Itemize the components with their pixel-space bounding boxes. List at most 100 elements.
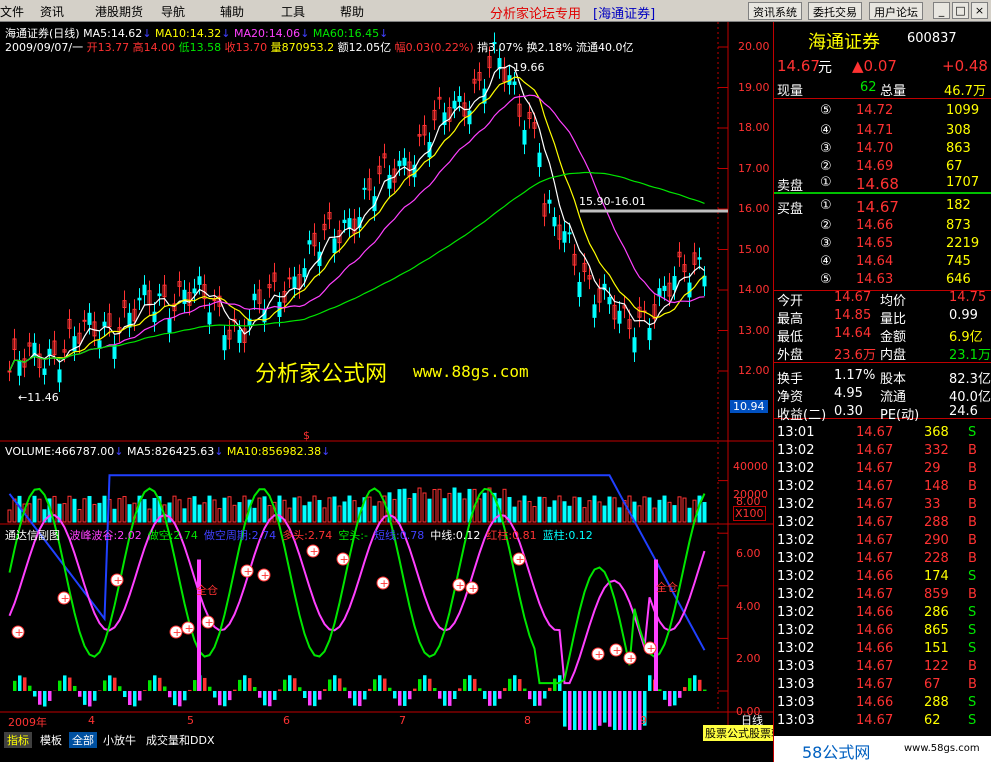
low-annotation: ←11.46 [18, 391, 59, 404]
stat-value: 0.30 [834, 404, 863, 419]
tick-row: 13:03 14.67 122 B [774, 658, 991, 676]
tick-volume: 332 [924, 443, 949, 458]
tab-xiaofangniu[interactable]: 小放牛 [100, 732, 139, 748]
menu-tools[interactable]: 工具 [281, 3, 305, 20]
news-system-button[interactable]: 资讯系统 [748, 2, 802, 20]
indicator-bar [228, 691, 232, 701]
indicator-bar [208, 686, 212, 691]
volume-bar [172, 495, 177, 523]
tick-time: 13:02 [777, 461, 815, 476]
volume-bar [287, 507, 292, 523]
indicator-bar [628, 691, 632, 730]
bid-price: 14.66 [856, 218, 894, 233]
indicator-bar [663, 691, 667, 700]
tick-side: S [968, 623, 977, 638]
indicator-bar [298, 687, 302, 691]
menu-hk-futures[interactable]: 港股期货 [95, 3, 143, 20]
candle-body [452, 100, 457, 109]
signal-marker-plus: + [516, 553, 525, 566]
volume-bar [337, 505, 342, 523]
full-position-label-2: 全仓 [656, 581, 678, 594]
bid1-level: ① [820, 198, 832, 213]
tab-template[interactable]: 模板 [37, 732, 65, 748]
user-forum-button[interactable]: 用户论坛 [869, 2, 923, 20]
ask-price: 14.70 [856, 141, 894, 156]
volume-bar [327, 497, 332, 523]
volume-bar [262, 496, 267, 523]
tab-all[interactable]: 全部 [69, 732, 97, 748]
tick-time: 13:03 [777, 677, 815, 692]
stock-title-row: 海通证券 600837 [774, 28, 991, 53]
price-pct: +0.48 [942, 57, 988, 75]
indicator-bar [318, 691, 322, 700]
indicator-bar [553, 678, 557, 691]
indicator-bar [408, 691, 412, 700]
indicator-bar [93, 691, 97, 701]
trade-button[interactable]: 委托交易 [808, 2, 862, 20]
volume-bar [82, 498, 87, 523]
volume-bar [677, 496, 682, 523]
indicator-axis-label: 6.00 [736, 547, 761, 561]
candle-body [512, 81, 517, 85]
volume-bar [517, 500, 522, 523]
volume-bar [657, 499, 662, 523]
kline-chart-area[interactable]: + + + + + + + + + + + + + + + + + + 海通证券(日线) MA5:14.62↓ M… [0, 22, 773, 730]
volume-bar [442, 498, 447, 523]
indicator-bar [348, 691, 352, 699]
stat-value: 1.17% [834, 368, 876, 383]
indicator-bar [113, 677, 117, 691]
ask-volume: 308 [946, 123, 971, 138]
tick-volume: 148 [924, 479, 949, 494]
menu-news[interactable]: 资讯 [40, 3, 64, 20]
tick-price: 14.67 [856, 533, 894, 548]
tick-side: B [968, 677, 977, 692]
indicator-bar [488, 691, 492, 706]
tick-volume: 288 [924, 695, 949, 710]
indicator-bar [268, 691, 272, 707]
now-vol-label: 现量 [777, 84, 804, 99]
indicator-axis-label: 4.00 [736, 599, 761, 613]
volume-bar [462, 498, 467, 523]
signal-marker-plus: + [205, 616, 214, 629]
indicator-param: 波峰波谷:2.02 [69, 529, 142, 542]
volume-bar [592, 495, 597, 523]
volume-bar [312, 495, 317, 523]
turnover-value: 换2.18% [526, 41, 573, 54]
tab-volume-ddx[interactable]: 成交量和DDX [143, 732, 217, 748]
ask-volume: 67 [946, 159, 963, 174]
menu-assist[interactable]: 辅助 [220, 3, 244, 20]
bid1-row: 买盘 ① 14.67 182 [774, 197, 991, 217]
tick-row: 13:03 14.66 288 S [774, 694, 991, 712]
stat-row: 净资 4.95 流通 40.0亿 [774, 385, 991, 405]
signal-marker-plus: + [595, 648, 604, 661]
indicator-bar [273, 691, 277, 700]
volume-bar [277, 495, 282, 523]
tab-indicator[interactable]: 指标 [4, 732, 32, 748]
minimize-button[interactable]: _ [933, 2, 950, 19]
volume-bar [62, 503, 67, 523]
volume-bar [567, 505, 572, 523]
tick-time: 13:02 [777, 497, 815, 512]
indicator-bar [128, 691, 132, 706]
menu-nav[interactable]: 导航 [161, 3, 185, 20]
indicator-bar [248, 678, 252, 691]
indicator-bar [143, 690, 147, 691]
signal-marker-plus: + [469, 582, 478, 595]
volume-bar [117, 498, 122, 523]
tick-volume: 288 [924, 515, 949, 530]
candle-body [307, 240, 312, 245]
volume-bar [347, 495, 352, 523]
stat-value: 23.1万 [949, 348, 991, 363]
menu-file[interactable]: 文件 [0, 3, 24, 20]
maximize-button[interactable]: □ [952, 2, 969, 19]
menu-help[interactable]: 帮助 [340, 3, 364, 20]
volume-bar [407, 497, 412, 523]
bid-row: ④ 14.64 745 [774, 253, 991, 271]
signal-marker-plus: + [627, 652, 636, 665]
volume-bar [322, 507, 327, 523]
close-button[interactable]: × [971, 2, 988, 19]
indicator-bar [528, 691, 532, 700]
volume-bar [372, 505, 377, 523]
indicator-bar [73, 685, 77, 691]
volume-bar [582, 507, 587, 523]
